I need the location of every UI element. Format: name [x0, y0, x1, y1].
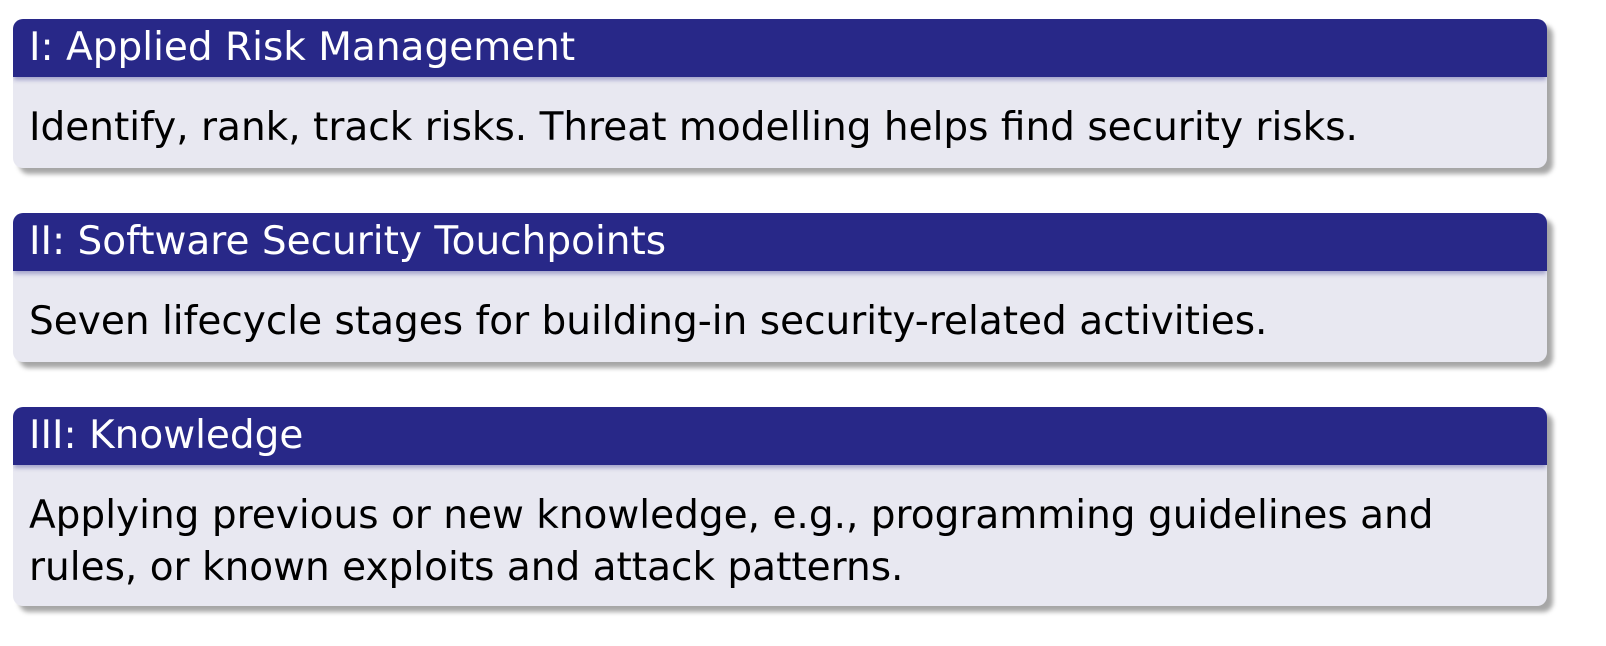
block-body: Applying previous or new knowledge, e.g.…: [29, 493, 1434, 590]
content-blocks: I: Applied Risk Management Identify, ran…: [13, 19, 1547, 606]
block-title: III: Knowledge: [13, 407, 1547, 465]
block-knowledge: III: Knowledge Applying previous or new …: [13, 407, 1547, 606]
block-body: Identify, rank, track risks. Threat mode…: [29, 105, 1358, 150]
block-title: II: Software Security Touchpoints: [13, 213, 1547, 271]
block-software-security-touchpoints: II: Software Security Touchpoints Seven …: [13, 213, 1547, 362]
block-applied-risk-management: I: Applied Risk Management Identify, ran…: [13, 19, 1547, 168]
block-body: Seven lifecycle stages for building-in s…: [29, 299, 1268, 344]
block-title: I: Applied Risk Management: [13, 19, 1547, 77]
